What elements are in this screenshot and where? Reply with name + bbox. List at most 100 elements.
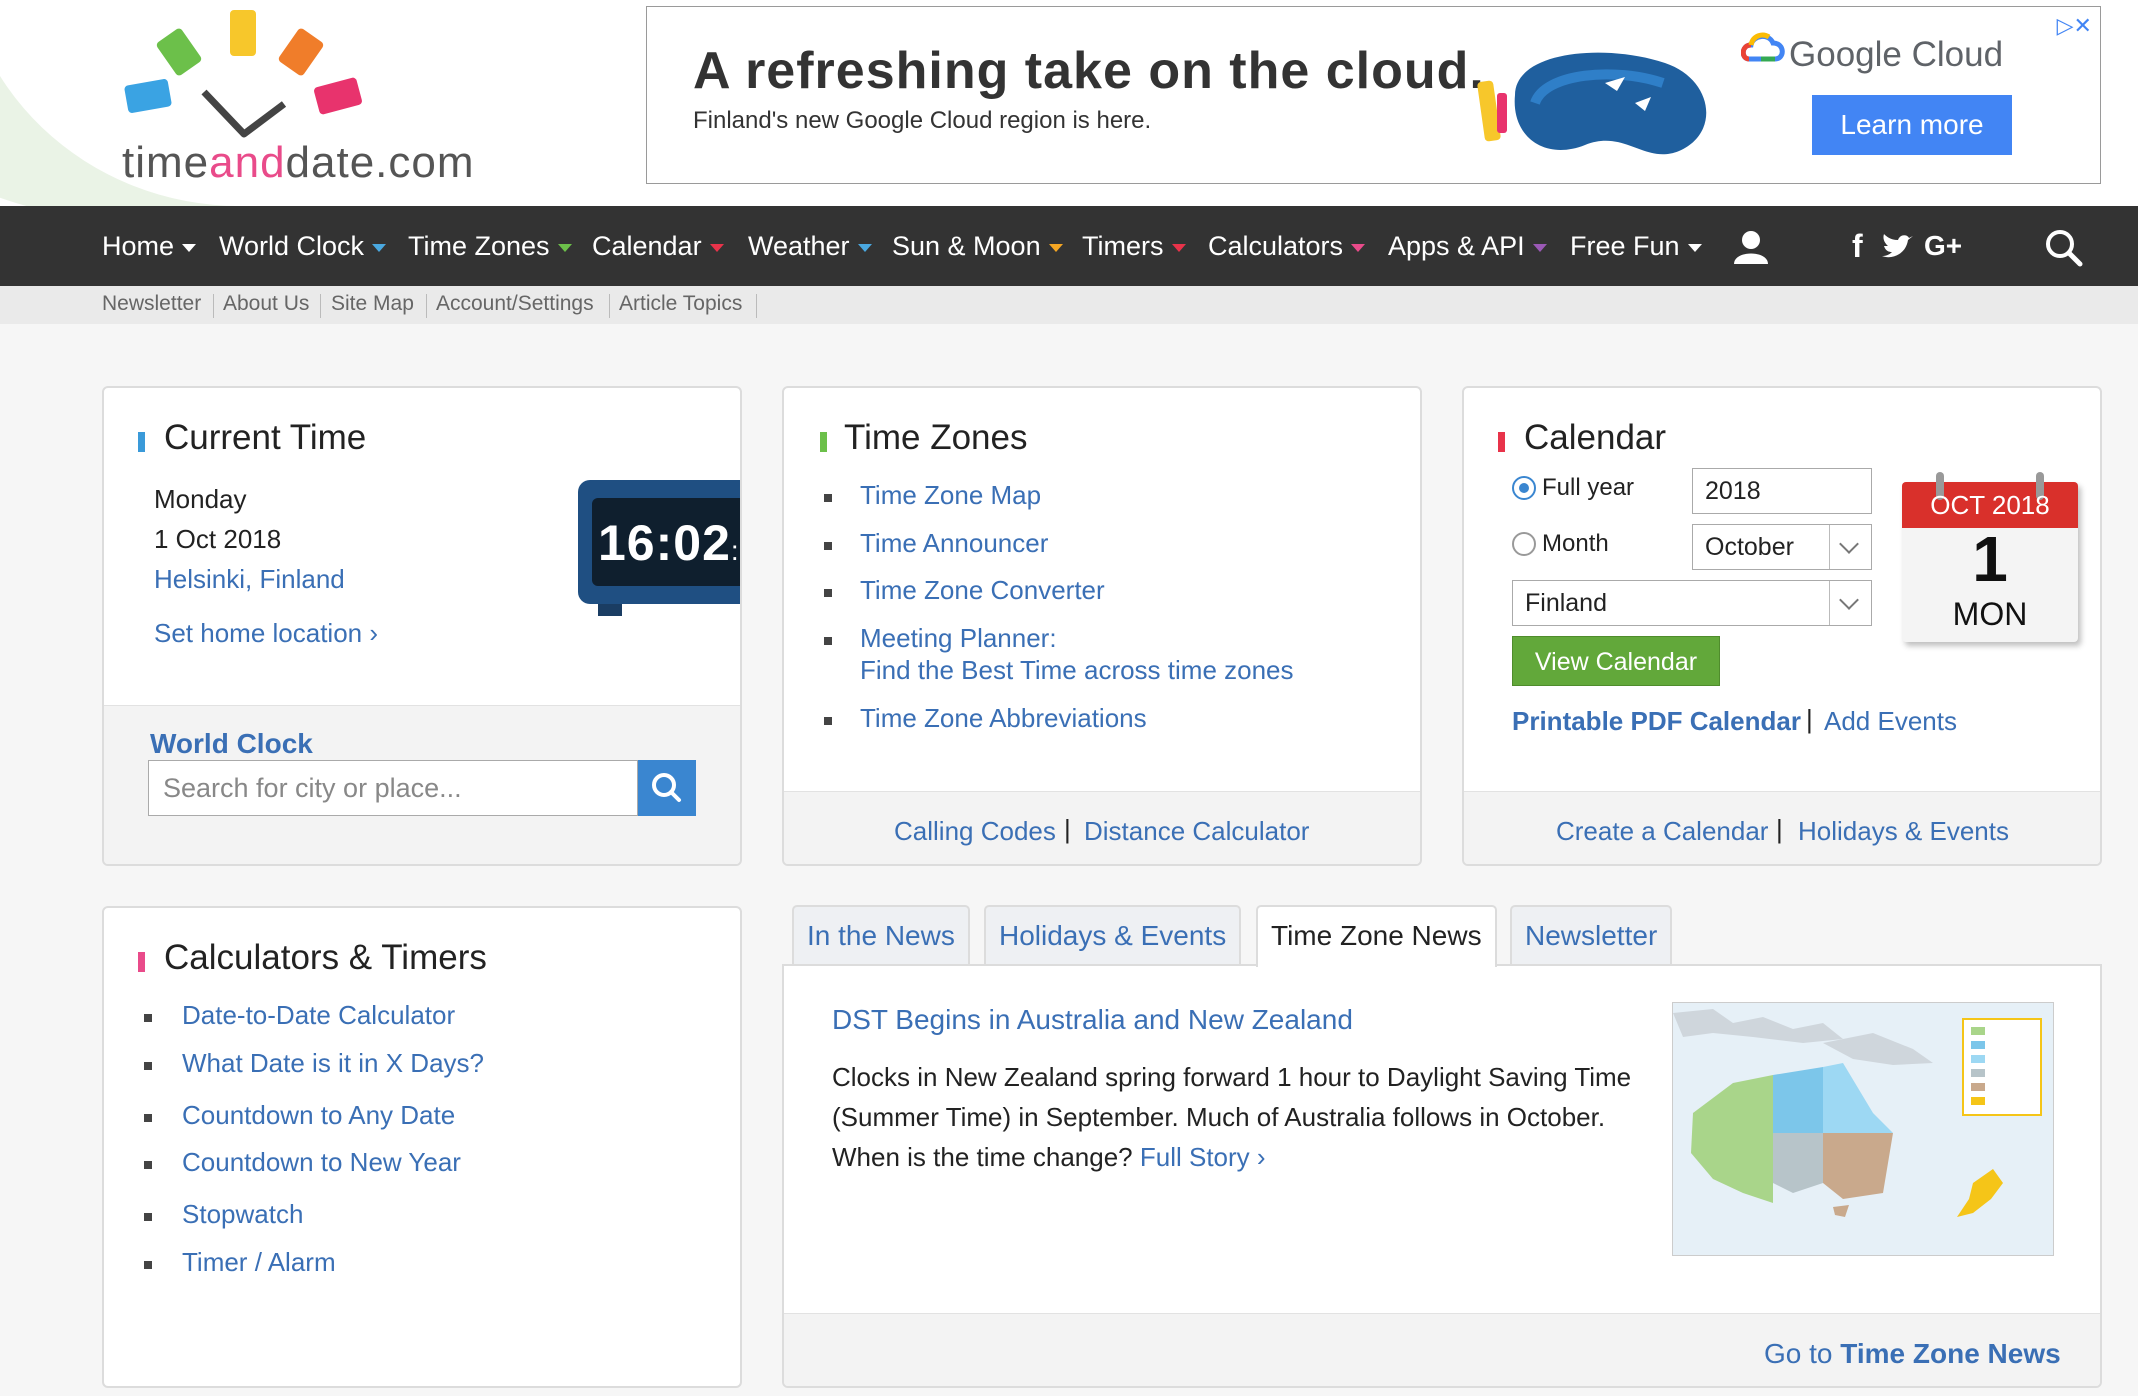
google-plus-icon[interactable]: G+ bbox=[1924, 206, 1962, 286]
nav-apps-api[interactable]: Apps & API bbox=[1388, 206, 1547, 286]
printable-pdf-calendar-link[interactable]: Printable PDF Calendar bbox=[1512, 706, 1801, 737]
time-zone-map-link[interactable]: Time Zone Map bbox=[860, 480, 1041, 511]
news-panel: DST Begins in Australia and New Zealand … bbox=[782, 964, 2102, 1388]
facebook-icon[interactable]: f bbox=[1852, 206, 1863, 286]
goto-time-zone-news[interactable]: Go to Time Zone News bbox=[1764, 1338, 2061, 1370]
chevron-down-icon bbox=[1532, 243, 1547, 252]
chevron-down-icon bbox=[557, 243, 572, 252]
news-body-line: Clocks in New Zealand spring forward 1 h… bbox=[832, 1062, 1632, 1092]
nav-calendar[interactable]: Calendar bbox=[592, 206, 724, 286]
timer-alarm-link[interactable]: Timer / Alarm bbox=[182, 1247, 336, 1278]
world-clock-label[interactable]: World Clock bbox=[150, 728, 313, 760]
nav-calculators[interactable]: Calculators bbox=[1208, 206, 1366, 286]
australia-time-zone-map[interactable] bbox=[1672, 1002, 2054, 1256]
chevron-down-icon bbox=[372, 243, 387, 252]
calendar-panel: Calendar Full year 2018 Month October Fi… bbox=[1462, 386, 2102, 866]
date-to-date-calculator-link[interactable]: Date-to-Date Calculator bbox=[182, 1000, 455, 1031]
subnav-site-map[interactable]: Site Map bbox=[331, 292, 414, 316]
stopwatch-link[interactable]: Stopwatch bbox=[182, 1199, 303, 1230]
search-icon[interactable] bbox=[2044, 228, 2084, 268]
tab-newsletter[interactable]: Newsletter bbox=[1510, 905, 1673, 965]
section-marker bbox=[138, 952, 145, 972]
bullet bbox=[824, 494, 832, 502]
current-date: 1 Oct 2018 bbox=[154, 524, 282, 554]
month-radio[interactable] bbox=[1512, 532, 1536, 556]
google-cloud-icon bbox=[1741, 32, 1785, 62]
current-location-link[interactable]: Helsinki, Finland bbox=[154, 564, 345, 595]
nav-world-clock[interactable]: World Clock bbox=[219, 206, 387, 286]
time-zone-abbreviations-link[interactable]: Time Zone Abbreviations bbox=[860, 703, 1147, 734]
nav-sun-moon[interactable]: Sun & Moon bbox=[892, 206, 1063, 286]
full-story-link[interactable]: Full Story bbox=[1140, 1142, 1250, 1172]
view-calendar-button[interactable]: View Calendar bbox=[1512, 636, 1720, 686]
chevron-down-icon bbox=[709, 243, 724, 252]
subnav-about-us[interactable]: About Us bbox=[223, 292, 309, 316]
panel-title: Calculators & Timers bbox=[164, 938, 487, 977]
meeting-planner-link[interactable]: Meeting Planner: bbox=[860, 623, 1057, 654]
divider bbox=[213, 294, 214, 318]
bullet bbox=[824, 542, 832, 550]
month-select[interactable]: October bbox=[1692, 524, 1872, 570]
nav-weather[interactable]: Weather bbox=[748, 206, 872, 286]
site-logo[interactable]: timeanddate.com bbox=[112, 0, 492, 200]
news-headline-link[interactable]: DST Begins in Australia and New Zealand bbox=[832, 1004, 1353, 1036]
secondary-navigation: Newsletter About Us Site Map Account/Set… bbox=[0, 286, 2138, 324]
add-events-link[interactable]: Add Events bbox=[1824, 706, 1957, 737]
user-account-icon[interactable] bbox=[1732, 228, 1770, 266]
countdown-new-year-link[interactable]: Countdown to New Year bbox=[182, 1147, 461, 1178]
chevron-down-icon bbox=[1829, 581, 1871, 625]
news-body-line: When is the time change? Full Story › bbox=[832, 1142, 1266, 1172]
year-input[interactable]: 2018 bbox=[1692, 468, 1872, 514]
tab-time-zone-news[interactable]: Time Zone News bbox=[1256, 905, 1497, 967]
chevron-down-icon bbox=[857, 243, 872, 252]
create-a-calendar-link[interactable]: Create a Calendar bbox=[1556, 816, 1768, 847]
set-home-location-link[interactable]: Set home location › bbox=[154, 618, 378, 649]
chevron-down-icon bbox=[1048, 243, 1063, 252]
holidays-events-link[interactable]: Holidays & Events bbox=[1798, 816, 2009, 847]
bullet bbox=[144, 1261, 152, 1269]
what-date-link[interactable]: What Date is it in X Days? bbox=[182, 1048, 484, 1079]
panel-title: Calendar bbox=[1524, 418, 1667, 457]
meeting-planner-sublink[interactable]: Find the Best Time across time zones bbox=[860, 655, 1294, 686]
nav-free-fun[interactable]: Free Fun bbox=[1570, 206, 1702, 286]
map-image bbox=[1673, 1003, 2053, 1255]
ad-learn-more-button[interactable]: Learn more bbox=[1812, 95, 2012, 155]
chevron-down-icon bbox=[182, 243, 197, 252]
section-marker bbox=[138, 432, 145, 452]
nav-home[interactable]: Home bbox=[102, 206, 197, 286]
country-select[interactable]: Finland bbox=[1512, 580, 1872, 626]
chevron-right-icon: › bbox=[369, 618, 379, 648]
search-input[interactable] bbox=[148, 760, 638, 816]
tab-holidays-events[interactable]: Holidays & Events bbox=[984, 905, 1242, 965]
nav-timers[interactable]: Timers bbox=[1082, 206, 1186, 286]
logo-icon bbox=[124, 10, 362, 138]
twitter-icon[interactable] bbox=[1880, 234, 1914, 262]
calculators-timers-panel: Calculators & Timers Date-to-Date Calcul… bbox=[102, 906, 742, 1388]
logo-wordmark: timeanddate.com bbox=[122, 138, 475, 187]
subnav-account-settings[interactable]: Account/Settings bbox=[436, 292, 594, 316]
subnav-article-topics[interactable]: Article Topics bbox=[619, 292, 742, 316]
ad-close-icon[interactable]: ▷✕ bbox=[2057, 13, 2092, 39]
section-marker bbox=[820, 432, 827, 452]
time-announcer-link[interactable]: Time Announcer bbox=[860, 528, 1048, 559]
bullet bbox=[144, 1062, 152, 1070]
search-button[interactable] bbox=[638, 760, 696, 816]
bullet bbox=[824, 637, 832, 645]
time-zone-converter-link[interactable]: Time Zone Converter bbox=[860, 575, 1105, 606]
tab-in-the-news[interactable]: In the News bbox=[792, 905, 970, 965]
nav-time-zones[interactable]: Time Zones bbox=[408, 206, 572, 286]
calendar-date-icon: OCT 2018 1 MON bbox=[1902, 472, 2084, 644]
distance-calculator-link[interactable]: Distance Calculator bbox=[1084, 816, 1309, 847]
calling-codes-link[interactable]: Calling Codes bbox=[894, 816, 1056, 847]
subnav-newsletter[interactable]: Newsletter bbox=[102, 292, 201, 316]
calendar-month-year: OCT 2018 bbox=[1930, 490, 2050, 520]
bullet bbox=[144, 1014, 152, 1022]
countdown-any-date-link[interactable]: Countdown to Any Date bbox=[182, 1100, 455, 1131]
divider bbox=[756, 294, 757, 318]
search-icon bbox=[652, 773, 681, 802]
bullet bbox=[144, 1161, 152, 1169]
full-year-radio[interactable] bbox=[1512, 476, 1536, 500]
current-time-panel: Current Time Monday 1 Oct 2018 Helsinki,… bbox=[102, 386, 742, 866]
advertisement-banner[interactable]: A refreshing take on the cloud. Finland'… bbox=[646, 6, 2101, 184]
chevron-down-icon bbox=[1687, 243, 1702, 252]
